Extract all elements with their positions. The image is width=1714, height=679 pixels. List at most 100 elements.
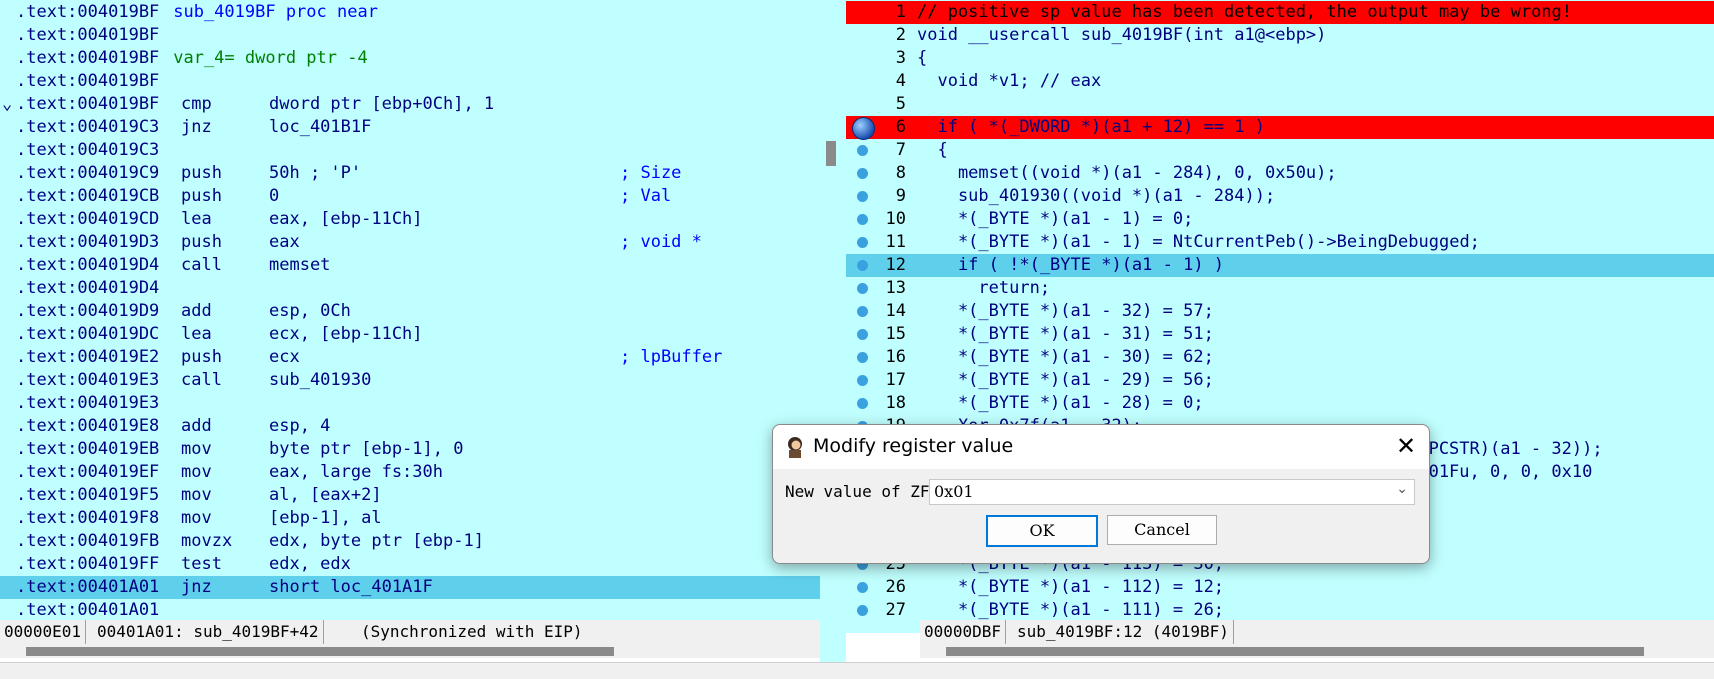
disasm-line[interactable]: ⌄ .text:004019BF cmp dword ptr [ebp+0Ch], 1: [0, 93, 820, 116]
pseudocode-line[interactable]: 8 memset((void *)(a1 - 284), 0, 0x50u);: [846, 162, 1714, 185]
dialog-title: Modify register value: [813, 435, 1014, 457]
line-number: 14: [885, 301, 906, 321]
disasm-address: .text:004019BF: [16, 71, 160, 91]
register-value-input[interactable]: 0x01: [934, 482, 974, 501]
pseudocode-line[interactable]: 5: [846, 93, 1714, 116]
disasm-mnemonic: push: [181, 347, 222, 367]
disasm-line[interactable]: .text:004019E8 add esp, 4: [0, 415, 820, 438]
disasm-mnemonic: movzx: [181, 531, 233, 551]
disasm-comment: ; void *: [620, 232, 702, 252]
disasm-line[interactable]: .text:004019BF var_4= dword ptr -4: [0, 47, 820, 70]
dialog-titlebar[interactable]: Modify register value ✕: [773, 425, 1429, 469]
scrollbar-thumb[interactable]: [946, 647, 1644, 656]
line-number: 5: [895, 94, 906, 114]
pseudocode-line[interactable]: 11 *(_BYTE *)(a1 - 1) = NtCurrentPeb()->…: [846, 231, 1714, 254]
disasm-line[interactable]: .text:004019D4 call memset: [0, 254, 820, 277]
pseudocode-line[interactable]: 14 *(_BYTE *)(a1 - 32) = 57;: [846, 300, 1714, 323]
disasm-line[interactable]: .text:004019D4: [0, 277, 820, 300]
disasm-operand: byte ptr [ebp-1], 0: [269, 439, 464, 459]
pseudocode-line[interactable]: 18 *(_BYTE *)(a1 - 28) = 0;: [846, 392, 1714, 415]
pseudocode-line[interactable]: 27 *(_BYTE *)(a1 - 111) = 26;: [846, 599, 1714, 622]
disasm-mnemonic: jnz: [181, 577, 212, 597]
disasm-address: .text:004019C9: [16, 163, 160, 183]
disasm-line[interactable]: .text:004019EF mov eax, large fs:30h: [0, 461, 820, 484]
disasm-line[interactable]: .text:004019C9 push 50h ; 'P' ; Size: [0, 162, 820, 185]
disasm-operand: al, [eax+2]: [269, 485, 382, 505]
disasm-line[interactable]: .text:004019E3 call sub_401930: [0, 369, 820, 392]
disasm-line[interactable]: .text:004019BF sub_4019BF proc near: [0, 1, 820, 24]
status-sync: (Synchronized with EIP): [361, 622, 583, 641]
disasm-line[interactable]: .text:004019D9 add esp, 0Ch: [0, 300, 820, 323]
disasm-line[interactable]: .text:004019EB mov byte ptr [ebp-1], 0: [0, 438, 820, 461]
disasm-line[interactable]: .text:00401A01: [0, 599, 820, 622]
disasm-address: .text:004019C3: [16, 117, 160, 137]
disassembly-horizontal-scrollbar[interactable]: [0, 644, 820, 658]
disasm-line[interactable]: .text:004019E3: [0, 392, 820, 415]
disasm-line[interactable]: .text:004019F5 mov al, [eax+2]: [0, 484, 820, 507]
pseudocode-line[interactable]: 9 sub_401930((void *)(a1 - 284));: [846, 185, 1714, 208]
disasm-operand: eax, large fs:30h: [269, 462, 443, 482]
disassembly-status-bar: 00000E01 00401A01: sub_4019BF+42 (Synchr…: [0, 620, 820, 644]
pseudocode-line[interactable]: 4 void *v1; // eax: [846, 70, 1714, 93]
disasm-operand: esp, 0Ch: [269, 301, 351, 321]
fold-chevron-icon[interactable]: ⌄: [2, 93, 12, 116]
disasm-address: .text:004019BF: [16, 25, 160, 45]
pseudocode-line[interactable]: 10 *(_BYTE *)(a1 - 1) = 0;: [846, 208, 1714, 231]
pseudocode-text: {: [917, 48, 928, 68]
vertical-scrollbar-thumb[interactable]: [826, 141, 836, 166]
disasm-mnemonic: add: [181, 301, 212, 321]
disasm-line[interactable]: .text:004019D3 push eax ; void *: [0, 231, 820, 254]
pseudocode-line[interactable]: 17 *(_BYTE *)(a1 - 29) = 56;: [846, 369, 1714, 392]
disasm-line[interactable]: .text:004019BF: [0, 70, 820, 93]
pseudocode-horizontal-scrollbar[interactable]: [920, 644, 1714, 658]
pseudocode-line[interactable]: 6 if ( *(_DWORD *)(a1 + 12) == 1 ): [846, 116, 1714, 140]
disasm-mnemonic: mov: [181, 508, 212, 528]
scrollbar-thumb[interactable]: [26, 647, 614, 656]
status-location: sub_4019BF:12 (4019BF): [1013, 620, 1234, 644]
line-number: 6: [895, 117, 906, 137]
disasm-line[interactable]: .text:004019CB push 0 ; Val: [0, 185, 820, 208]
disasm-line[interactable]: .text:004019FB movzx edx, byte ptr [ebp-1]: [0, 530, 820, 553]
disasm-line[interactable]: .text:00401A01 jnz short loc_401A1F: [0, 576, 820, 599]
disasm-line[interactable]: .text:004019CD lea eax, [ebp-11Ch]: [0, 208, 820, 231]
disasm-line[interactable]: .text:004019C3: [0, 139, 820, 162]
pseudocode-line[interactable]: 13 return;: [846, 277, 1714, 300]
pseudocode-line[interactable]: 16 *(_BYTE *)(a1 - 30) = 62;: [846, 346, 1714, 369]
disasm-address: .text:004019E3: [16, 393, 160, 413]
disasm-address: .text:004019BF: [16, 94, 160, 114]
register-value-combobox[interactable]: 0x01 ⌄: [929, 479, 1415, 505]
modify-register-dialog[interactable]: Modify register value ✕ New value of ZF …: [772, 424, 1430, 564]
cancel-button[interactable]: Cancel: [1107, 515, 1217, 545]
pseudocode-text: {: [917, 140, 948, 160]
disasm-line[interactable]: .text:004019BF: [0, 24, 820, 47]
disasm-line[interactable]: .text:004019E2 push ecx ; lpBuffer: [0, 346, 820, 369]
pane-splitter[interactable]: [820, 0, 846, 678]
disasm-line[interactable]: .text:004019DC lea ecx, [ebp-11Ch]: [0, 323, 820, 346]
pseudocode-line[interactable]: 3{: [846, 47, 1714, 70]
pseudocode-line[interactable]: 26 *(_BYTE *)(a1 - 112) = 12;: [846, 576, 1714, 599]
pseudocode-text: memset((void *)(a1 - 284), 0, 0x50u);: [917, 163, 1337, 183]
line-number: 27: [885, 600, 906, 620]
pseudocode-line[interactable]: 12 if ( !*(_BYTE *)(a1 - 1) ): [846, 254, 1714, 277]
pseudocode-line[interactable]: 2 void __usercall sub_4019BF(int a1@<ebp>…: [846, 24, 1714, 47]
disasm-address: .text:004019F5: [16, 485, 160, 505]
disasm-operand: eax, [ebp-11Ch]: [269, 209, 423, 229]
disasm-line[interactable]: .text:004019F8 mov [ebp-1], al: [0, 507, 820, 530]
pseudocode-text: *(_BYTE *)(a1 - 29) = 56;: [917, 370, 1214, 390]
pseudocode-line[interactable]: 7 {: [846, 139, 1714, 162]
close-icon[interactable]: ✕: [1393, 434, 1419, 460]
pseudocode-text: *(_BYTE *)(a1 - 32) = 57;: [917, 301, 1214, 321]
pseudocode-line[interactable]: 15 *(_BYTE *)(a1 - 31) = 51;: [846, 323, 1714, 346]
disasm-line[interactable]: .text:004019C3 jnz loc_401B1F: [0, 116, 820, 139]
disasm-address: .text:004019EB: [16, 439, 160, 459]
pseudocode-line[interactable]: 1 // positive sp value has been detected,…: [846, 1, 1714, 24]
ok-button[interactable]: OK: [986, 515, 1098, 547]
pseudocode-text: return;: [917, 278, 1051, 298]
disasm-operand: ecx, [ebp-11Ch]: [269, 324, 423, 344]
disassembly-view[interactable]: .text:004019BF sub_4019BF proc near .text…: [0, 0, 820, 633]
chevron-down-icon[interactable]: ⌄: [1396, 481, 1408, 497]
disasm-line[interactable]: .text:004019FF test edx, edx: [0, 553, 820, 576]
pseudocode-text: sub_401930((void *)(a1 - 284));: [917, 186, 1276, 206]
disasm-address: .text:004019C3: [16, 140, 160, 160]
line-number: 15: [885, 324, 906, 344]
